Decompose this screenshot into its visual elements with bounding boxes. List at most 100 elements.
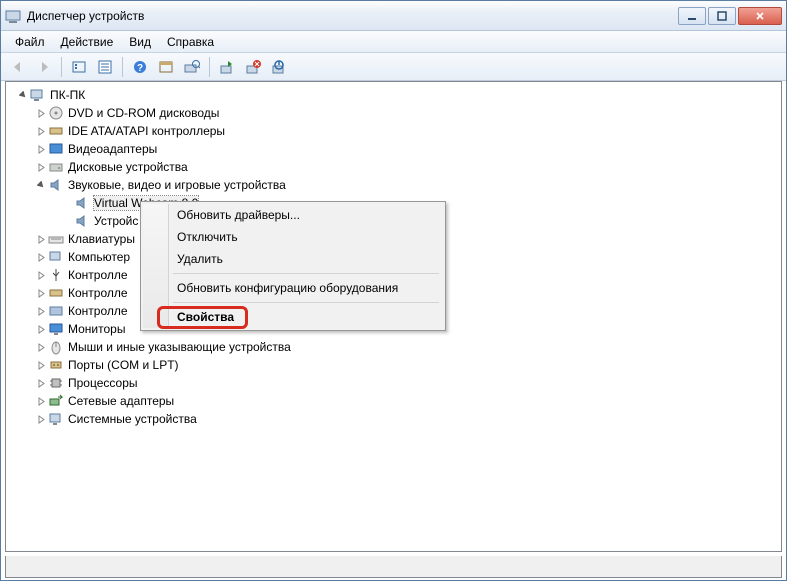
expand-icon[interactable] xyxy=(36,396,46,406)
storage-controller-icon xyxy=(48,303,64,319)
tree-node-expanded[interactable]: Звуковые, видео и игровые устройства xyxy=(6,176,781,194)
back-button[interactable] xyxy=(6,55,30,79)
tree-node[interactable]: Процессоры xyxy=(6,374,781,392)
node-label: Порты (COM и LPT) xyxy=(68,358,179,372)
ctx-rescan[interactable]: Обновить конфигурацию оборудования xyxy=(143,277,443,299)
controller-icon xyxy=(48,123,64,139)
disk-drive-icon xyxy=(48,159,64,175)
tree-root[interactable]: ПК-ПК xyxy=(6,86,781,104)
expand-icon[interactable] xyxy=(36,162,46,172)
toolbar-separator xyxy=(209,57,210,77)
node-label: IDE ATA/ATAPI контроллеры xyxy=(68,124,225,138)
expand-icon[interactable] xyxy=(36,252,46,262)
minimize-button[interactable] xyxy=(678,7,706,25)
toolbar: ? xyxy=(1,53,786,81)
port-icon xyxy=(48,357,64,373)
collapse-icon[interactable] xyxy=(18,90,28,100)
context-menu-separator xyxy=(173,273,439,274)
tiles-button[interactable] xyxy=(154,55,178,79)
tree-node[interactable]: IDE ATA/ATAPI контроллеры xyxy=(6,122,781,140)
node-label: Клавиатуры xyxy=(68,232,135,246)
properties-button[interactable] xyxy=(93,55,117,79)
ctx-delete[interactable]: Удалить xyxy=(143,248,443,270)
computer-icon xyxy=(30,87,46,103)
context-menu-separator xyxy=(173,302,439,303)
node-label: Процессоры xyxy=(68,376,138,390)
mouse-icon xyxy=(48,339,64,355)
app-icon xyxy=(5,8,21,24)
maximize-button[interactable] xyxy=(708,7,736,25)
keyboard-icon xyxy=(48,231,64,247)
tree-node[interactable]: Мыши и иные указывающие устройства xyxy=(6,338,781,356)
node-label: Звуковые, видео и игровые устройства xyxy=(68,178,286,192)
expand-icon[interactable] xyxy=(36,144,46,154)
controller-icon xyxy=(48,285,64,301)
tree-node[interactable]: DVD и CD-ROM дисководы xyxy=(6,104,781,122)
scan-button[interactable] xyxy=(180,55,204,79)
sound-device-icon xyxy=(74,213,90,229)
cpu-icon xyxy=(48,375,64,391)
menu-view[interactable]: Вид xyxy=(121,33,159,51)
node-label: ПК-ПК xyxy=(50,88,85,102)
node-label: Сетевые адаптеры xyxy=(68,394,174,408)
expand-icon[interactable] xyxy=(36,126,46,136)
tree-node[interactable]: Порты (COM и LPT) xyxy=(6,356,781,374)
context-menu: Обновить драйверы... Отключить Удалить О… xyxy=(140,201,446,331)
expand-icon[interactable] xyxy=(36,288,46,298)
titlebar: Диспетчер устройств xyxy=(1,1,786,31)
forward-button[interactable] xyxy=(32,55,56,79)
update-driver-button[interactable] xyxy=(215,55,239,79)
toolbar-separator xyxy=(61,57,62,77)
device-tree-panel: ПК-ПК DVD и CD-ROM дисководы IDE ATA/ATA… xyxy=(5,81,782,552)
window-title: Диспетчер устройств xyxy=(27,9,678,23)
menubar: Файл Действие Вид Справка xyxy=(1,31,786,53)
statusbar xyxy=(5,556,782,578)
node-label: Видеоадаптеры xyxy=(68,142,157,156)
help-button[interactable]: ? xyxy=(128,55,152,79)
expand-icon[interactable] xyxy=(36,306,46,316)
node-label: Мониторы xyxy=(68,322,125,336)
show-hidden-button[interactable] xyxy=(67,55,91,79)
ctx-update-drivers[interactable]: Обновить драйверы... xyxy=(143,204,443,226)
close-button[interactable] xyxy=(738,7,782,25)
disable-button[interactable] xyxy=(267,55,291,79)
node-label: Мыши и иные указывающие устройства xyxy=(68,340,291,354)
disc-drive-icon xyxy=(48,105,64,121)
sound-device-icon xyxy=(74,195,90,211)
tree-node[interactable]: Видеоадаптеры xyxy=(6,140,781,158)
menu-file[interactable]: Файл xyxy=(7,33,53,51)
system-device-icon xyxy=(48,411,64,427)
node-label: Дисковые устройства xyxy=(68,160,188,174)
node-label: Компьютер xyxy=(68,250,130,264)
expand-icon[interactable] xyxy=(36,360,46,370)
window-controls xyxy=(678,7,782,25)
sound-icon xyxy=(48,177,64,193)
uninstall-button[interactable] xyxy=(241,55,265,79)
toolbar-separator xyxy=(122,57,123,77)
expand-icon[interactable] xyxy=(36,414,46,424)
computer-icon xyxy=(48,249,64,265)
display-adapter-icon xyxy=(48,141,64,157)
tree-node[interactable]: Сетевые адаптеры xyxy=(6,392,781,410)
tree-node[interactable]: Дисковые устройства xyxy=(6,158,781,176)
expand-icon[interactable] xyxy=(36,270,46,280)
svg-text:?: ? xyxy=(137,63,143,74)
node-label: Системные устройства xyxy=(68,412,197,426)
network-icon xyxy=(48,393,64,409)
node-label: Устройс xyxy=(94,214,138,228)
expand-icon[interactable] xyxy=(36,378,46,388)
usb-icon xyxy=(48,267,64,283)
node-label: DVD и CD-ROM дисководы xyxy=(68,106,219,120)
collapse-icon[interactable] xyxy=(36,180,46,190)
expand-icon[interactable] xyxy=(36,324,46,334)
ctx-disable[interactable]: Отключить xyxy=(143,226,443,248)
expand-icon[interactable] xyxy=(36,342,46,352)
menu-help[interactable]: Справка xyxy=(159,33,222,51)
menu-action[interactable]: Действие xyxy=(53,33,122,51)
expand-icon[interactable] xyxy=(36,234,46,244)
ctx-properties[interactable]: Свойства xyxy=(143,306,443,328)
monitor-icon xyxy=(48,321,64,337)
tree-node[interactable]: Системные устройства xyxy=(6,410,781,428)
expand-icon[interactable] xyxy=(36,108,46,118)
node-label: Контролле xyxy=(68,304,128,318)
